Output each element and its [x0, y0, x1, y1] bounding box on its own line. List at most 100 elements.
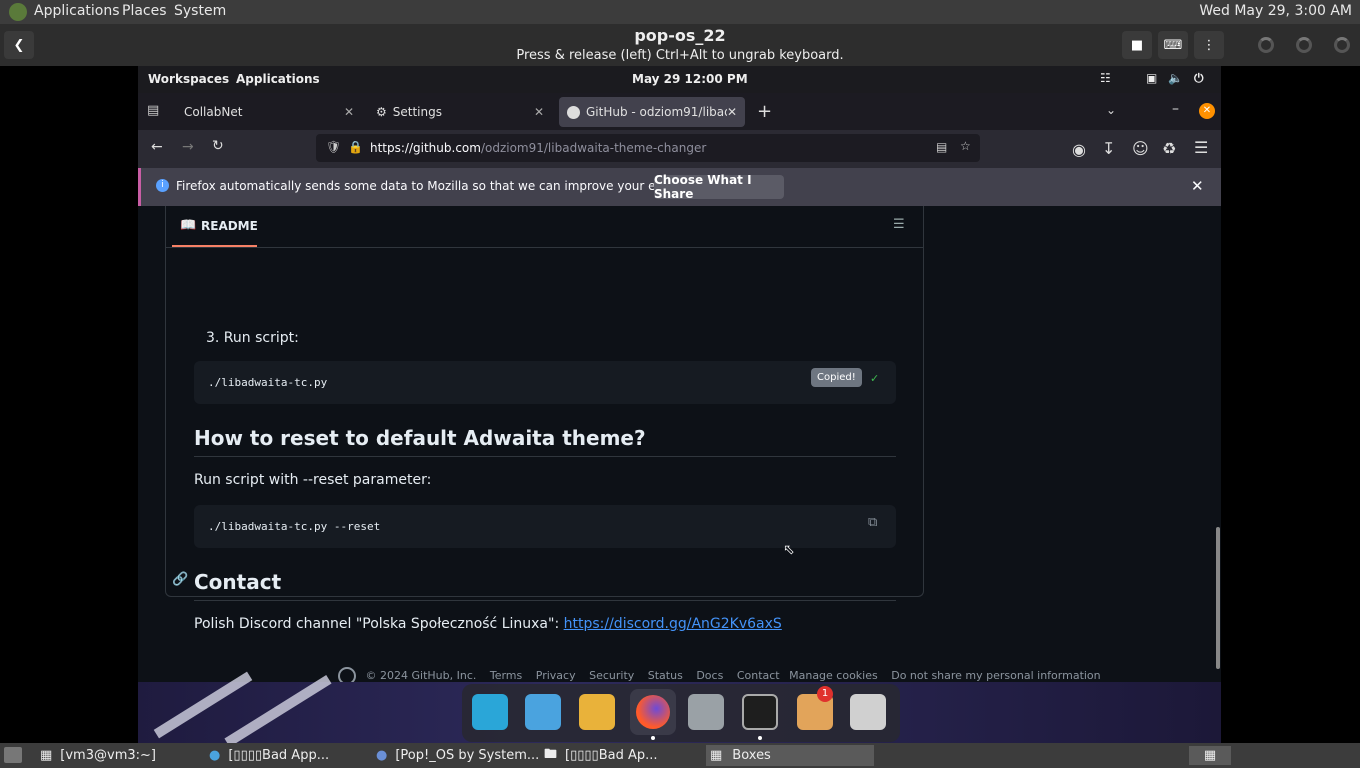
display-icon[interactable]: ▣: [1146, 71, 1157, 85]
copy-icon[interactable]: ⧉: [868, 515, 877, 530]
settings-icon[interactable]: [850, 694, 886, 730]
notification-text: Firefox automatically sends some data to…: [176, 179, 719, 193]
footer-link-do-not-share[interactable]: Do not share my personal information: [891, 669, 1100, 682]
shield-icon[interactable]: 🛡: [326, 140, 341, 154]
show-desktop-icon[interactable]: [4, 747, 22, 763]
tab-collabnet[interactable]: CollabNet ✕: [174, 97, 362, 127]
distro-logo-icon[interactable]: [9, 3, 27, 21]
workspace-switcher-icon[interactable]: ▦: [1189, 746, 1231, 765]
account-icon[interactable]: ☺: [1132, 139, 1149, 158]
outline-list-icon[interactable]: ☰: [893, 217, 905, 232]
menu-system[interactable]: System: [174, 3, 226, 19]
tab-label: Settings: [392, 105, 442, 119]
task-pop-os[interactable]: ● [Pop!_OS by System...: [372, 745, 538, 766]
terminal-icon[interactable]: [742, 694, 778, 730]
task-terminal[interactable]: ▦ [vm3@vm3:~]: [36, 745, 200, 766]
file-manager-icon[interactable]: [688, 694, 724, 730]
app-grid-icon[interactable]: [579, 694, 615, 730]
readme-tab-underline: [172, 245, 257, 247]
pocket-icon[interactable]: ◉: [1072, 140, 1086, 159]
check-icon[interactable]: ✓: [870, 372, 879, 385]
reset-text: Run script with --reset parameter:: [194, 472, 432, 488]
keyboard-button[interactable]: ⌨: [1158, 31, 1188, 59]
bookmark-star-icon[interactable]: ☆: [960, 139, 971, 153]
code-text: ./libadwaita-tc.py: [208, 376, 328, 389]
applications-button[interactable]: Applications: [236, 72, 320, 86]
boxes-header-bar: ❮ pop-os_22 Press & release (left) Ctrl+…: [0, 24, 1360, 66]
choose-what-i-share-button[interactable]: Choose What I Share: [654, 173, 784, 201]
guest-clock[interactable]: May 29 12:00 PM: [632, 72, 748, 86]
back-arrow-icon[interactable]: ←: [151, 139, 163, 155]
page-scrollbar[interactable]: [1216, 527, 1220, 669]
hamburger-menu-icon[interactable]: ☰: [1194, 138, 1208, 157]
data-notification-bar: i Firefox automatically sends some data …: [138, 168, 1221, 206]
task-label: [Pop!_OS by System...: [395, 748, 538, 763]
workspaces-button[interactable]: Workspaces: [148, 72, 229, 86]
reload-icon[interactable]: ↻: [212, 138, 224, 154]
gear-icon: ⚙: [376, 105, 387, 119]
extensions-icon[interactable]: ♻: [1162, 139, 1176, 158]
footer-link-privacy[interactable]: Privacy: [536, 669, 576, 682]
mouse-cursor-icon: ⬁: [783, 542, 795, 558]
close-icon[interactable]: [1334, 37, 1350, 53]
footer-link-security[interactable]: Security: [589, 669, 634, 682]
tab-github[interactable]: GitHub - odziom91/libadw ✕: [559, 97, 745, 127]
new-tab-icon[interactable]: +: [757, 101, 772, 122]
task-boxes[interactable]: ▦ Boxes: [706, 745, 874, 766]
list-tabs-icon[interactable]: ⌄: [1106, 103, 1116, 117]
heading-contact: Contact: [194, 570, 896, 601]
reader-view-icon[interactable]: ▤: [936, 140, 947, 154]
url-text: https://github.com/odziom91/libadwaita-t…: [370, 141, 707, 155]
task-bad-apple-2[interactable]: 🖿 [▯▯▯▯Bad Ap...: [540, 745, 704, 766]
footer-link-cookies[interactable]: Manage cookies: [789, 669, 878, 682]
host-clock[interactable]: Wed May 29, 3:00 AM: [1199, 3, 1352, 19]
footer-link-contact[interactable]: Contact: [737, 669, 780, 682]
footer-link-docs[interactable]: Docs: [696, 669, 723, 682]
volume-icon[interactable]: 🔈: [1168, 71, 1183, 85]
firefox-view-icon[interactable]: ▤: [147, 103, 159, 118]
browser-icon: ●: [376, 748, 388, 763]
close-window-icon[interactable]: ✕: [1199, 103, 1215, 119]
power-icon[interactable]: ⏻: [1194, 71, 1204, 86]
discord-link[interactable]: https://discord.gg/AnG2Kv6axS: [564, 616, 782, 632]
guest-top-bar: Workspaces Applications May 29 12:00 PM …: [138, 66, 1221, 93]
firefox-globe-icon: [636, 695, 670, 729]
stop-button[interactable]: ■: [1122, 31, 1152, 59]
anchor-link-icon[interactable]: 🔗: [172, 572, 188, 587]
tab-close-icon[interactable]: ✕: [534, 105, 544, 119]
tab-close-icon[interactable]: ✕: [727, 105, 737, 119]
downloads-icon[interactable]: ↧: [1102, 139, 1115, 158]
copied-badge: Copied!: [811, 368, 862, 387]
vm-title: pop-os_22: [634, 26, 726, 45]
code-text: ./libadwaita-tc.py --reset: [208, 520, 381, 533]
step-3-text: 3. Run script:: [206, 330, 299, 346]
tab-settings[interactable]: ⚙ Settings ✕: [368, 97, 552, 127]
wallpaper-stripe: [153, 671, 253, 739]
kebab-menu-icon: ⋮: [1202, 37, 1216, 53]
forward-arrow-icon[interactable]: →: [182, 139, 194, 155]
network-icon[interactable]: ☷: [1100, 71, 1111, 85]
menu-button[interactable]: ⋮: [1194, 31, 1224, 59]
pop-shop-icon[interactable]: 1: [797, 686, 833, 730]
minimize-icon[interactable]: [1258, 37, 1274, 53]
maximize-icon[interactable]: [1296, 37, 1312, 53]
url-bar[interactable]: 🛡 🔒 https://github.com/odziom91/libadwai…: [316, 134, 980, 162]
lock-icon[interactable]: 🔒: [348, 140, 363, 154]
files-preview-icon[interactable]: [525, 694, 561, 730]
tab-label: GitHub - odziom91/libadw: [586, 105, 727, 119]
terminal-icon: ▦: [40, 748, 53, 763]
guest-display[interactable]: Workspaces Applications May 29 12:00 PM …: [138, 66, 1221, 743]
minimize-icon[interactable]: –: [1172, 101, 1179, 117]
footer-link-status[interactable]: Status: [648, 669, 683, 682]
firefox-icon[interactable]: [630, 689, 676, 735]
running-indicator: [651, 736, 655, 740]
readme-tab[interactable]: README: [201, 219, 258, 233]
menu-places[interactable]: Places: [122, 3, 167, 19]
menu-applications[interactable]: Applications: [34, 3, 120, 19]
tab-close-icon[interactable]: ✕: [344, 105, 354, 119]
task-label: [▯▯▯▯Bad App...: [228, 748, 330, 763]
footer-link-terms[interactable]: Terms: [490, 669, 522, 682]
task-bad-apple-1[interactable]: ● [▯▯▯▯Bad App...: [205, 745, 369, 766]
close-notification-icon[interactable]: ✕: [1191, 177, 1204, 195]
search-icon[interactable]: [472, 694, 508, 730]
